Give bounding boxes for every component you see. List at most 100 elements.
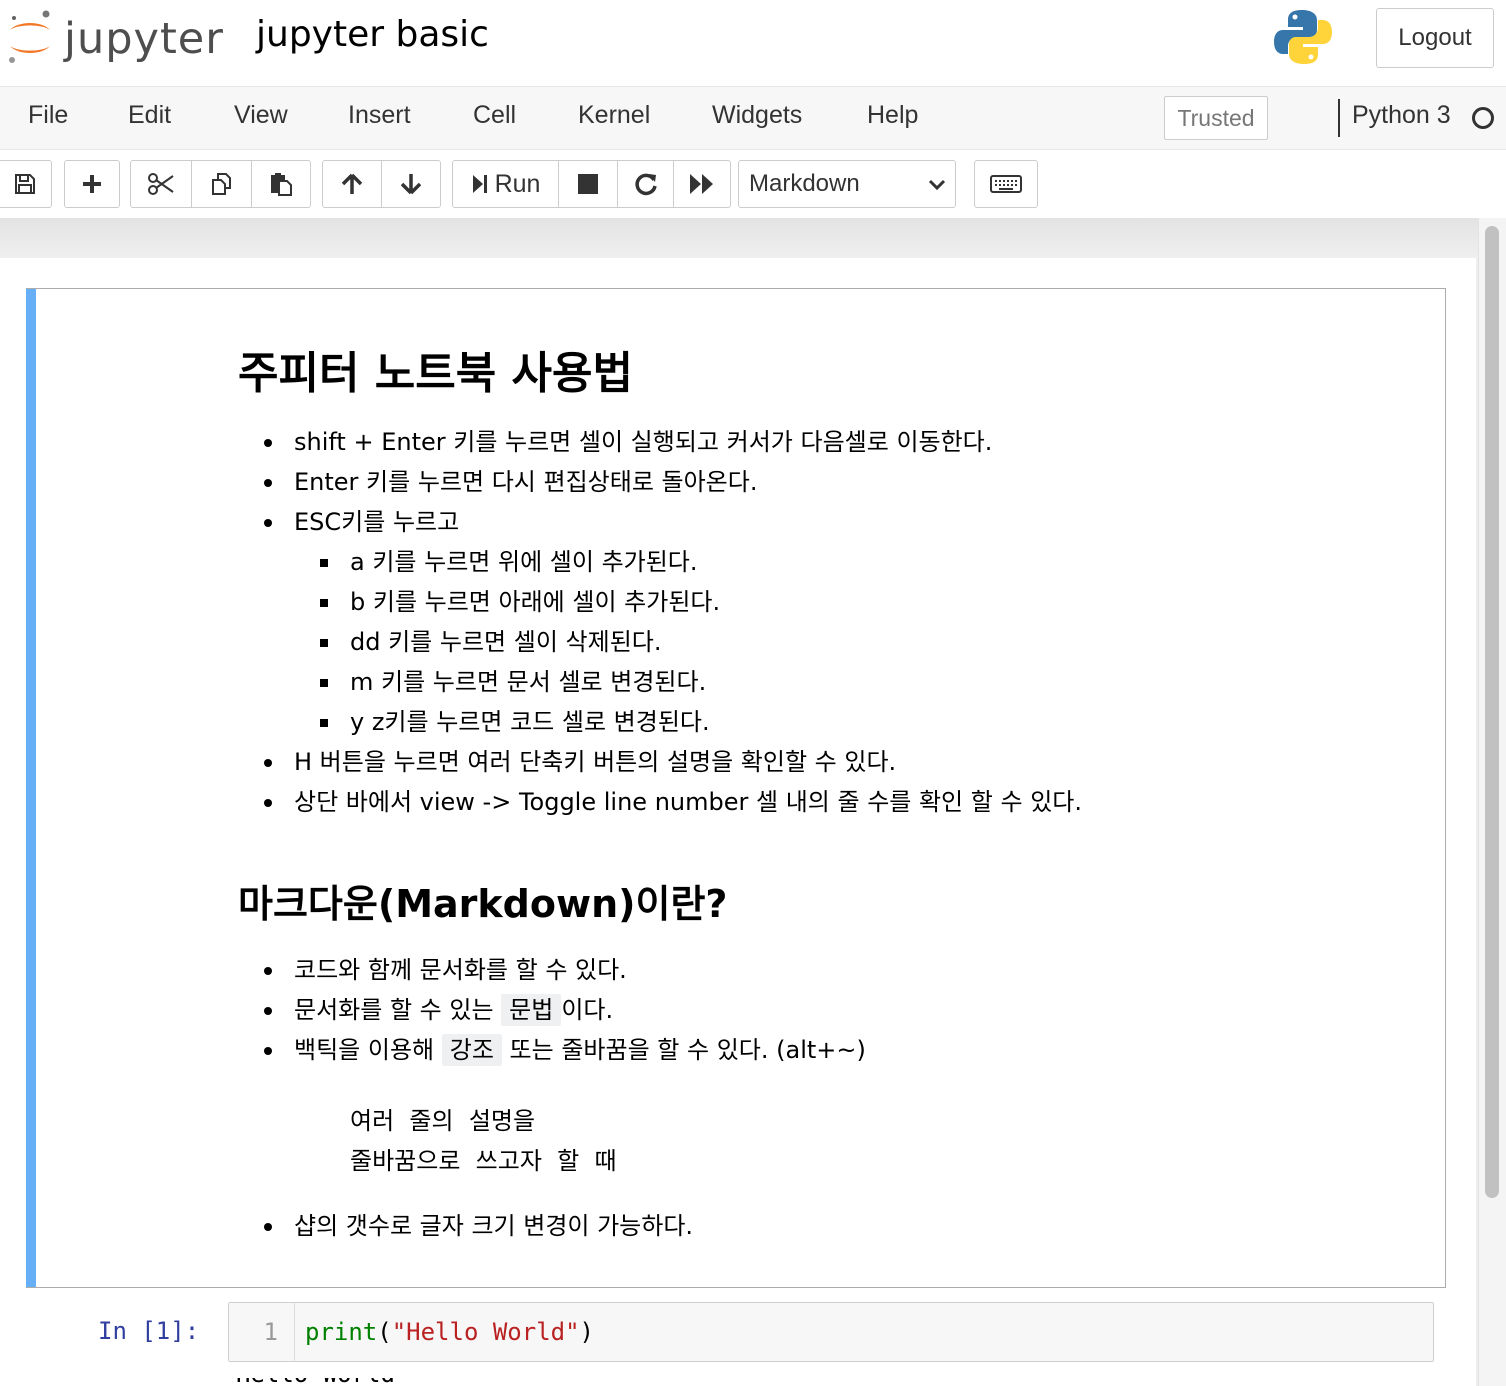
- code-function: print: [305, 1318, 378, 1346]
- fast-forward-icon: [690, 174, 713, 194]
- paste-icon: [271, 173, 292, 196]
- menu-edit[interactable]: Edit: [128, 101, 171, 130]
- code-editor[interactable]: 1 print("Hello World"): [228, 1302, 1434, 1362]
- menu-insert[interactable]: Insert: [348, 101, 411, 130]
- code-cell[interactable]: In [1]: 1 print("Hello World"): [26, 1302, 1446, 1362]
- interrupt-button[interactable]: [558, 160, 618, 208]
- line-number-gutter: 1: [229, 1303, 295, 1361]
- square-bullet: [320, 679, 328, 687]
- output-area-partial: Hello World: [236, 1378, 426, 1386]
- code-paren-close: ): [579, 1318, 594, 1346]
- bullet: [264, 519, 272, 527]
- inline-code: 문법: [501, 994, 562, 1026]
- menu-help[interactable]: Help: [867, 101, 918, 130]
- logout-button[interactable]: Logout: [1376, 8, 1494, 68]
- plus-icon: [83, 175, 101, 193]
- scrollbar-thumb[interactable]: [1485, 226, 1499, 1198]
- text-run: 이다.: [561, 996, 614, 1024]
- notebook-title[interactable]: jupyter basic: [256, 14, 489, 55]
- square-bullet: [320, 719, 328, 727]
- output-text: Hello World: [236, 1378, 426, 1386]
- menu-kernel[interactable]: Kernel: [578, 101, 650, 130]
- run-label: Run: [494, 169, 541, 198]
- move-down-button[interactable]: [381, 160, 441, 208]
- notebook-area: 주피터 노트북 사용법 shift + Enter 키를 누르면 셀이 실행되고…: [0, 218, 1506, 1386]
- bullet: [264, 759, 272, 767]
- menu-file[interactable]: File: [28, 101, 68, 130]
- code-string: "Hello World": [391, 1318, 580, 1346]
- kernel-idle-icon: [1472, 107, 1494, 129]
- sublist-item: m 키를 누르면 문서 셀로 변경된다.: [350, 668, 707, 696]
- sublist-item: b 키를 누르면 아래에 셀이 추가된다.: [350, 588, 721, 616]
- list-item: 샵의 갯수로 글자 크기 변경이 가능하다.: [294, 1212, 694, 1240]
- markdown-cell[interactable]: 주피터 노트북 사용법 shift + Enter 키를 누르면 셀이 실행되고…: [26, 288, 1446, 1288]
- bullet: [264, 1007, 272, 1015]
- restart-icon: [634, 173, 657, 196]
- bullet: [264, 967, 272, 975]
- arrow-up-icon: [341, 173, 363, 194]
- chevron-down-icon: [928, 179, 946, 191]
- menu-cell[interactable]: Cell: [473, 101, 516, 130]
- save-icon: [15, 174, 35, 194]
- run-button[interactable]: Run: [452, 160, 559, 208]
- jupyter-logo-icon: [9, 10, 50, 63]
- insert-cell-button[interactable]: [64, 160, 120, 208]
- list-item: 코드와 함께 문서화를 할 수 있다.: [294, 956, 627, 984]
- vertical-scrollbar[interactable]: [1478, 218, 1506, 1386]
- toolbar: Run Markdown: [0, 150, 1506, 218]
- cell-type-select[interactable]: Markdown: [738, 160, 956, 208]
- menu-widgets[interactable]: Widgets: [712, 101, 802, 130]
- list-item: H 버튼을 누르면 여러 단축키 버튼의 설명을 확인할 수 있다.: [294, 748, 897, 776]
- notebook-top-shadow: [0, 218, 1478, 258]
- bullet: [264, 479, 272, 487]
- run-icon: [472, 175, 487, 193]
- jupyter-logo[interactable]: jupyter: [4, 8, 224, 68]
- bullet: [264, 439, 272, 447]
- sublist-item: y z키를 누르면 코드 셀로 변경된다.: [350, 708, 710, 736]
- save-button[interactable]: [0, 160, 52, 208]
- code-paren-open: (: [377, 1318, 392, 1346]
- menu-view[interactable]: View: [234, 101, 288, 130]
- cut-button[interactable]: [130, 160, 192, 208]
- code-block-line: 줄바꿈으로 쓰고자 할 때: [350, 1147, 617, 1175]
- bullet: [264, 1223, 272, 1231]
- list-item: shift + Enter 키를 누르면 셀이 실행되고 커서가 다음셀로 이동…: [294, 428, 993, 456]
- input-prompt: In [1]:: [98, 1317, 200, 1345]
- selected-cell-indicator: [26, 289, 36, 1287]
- text-run: 또는 줄바꿈을 할 수 있다. (alt+~): [501, 1036, 866, 1064]
- cut-icon: [148, 173, 174, 195]
- keyboard-icon: [990, 175, 1022, 193]
- sublist-item: dd 키를 누르면 셀이 삭제된다.: [350, 628, 662, 656]
- code-line[interactable]: print("Hello World"): [305, 1318, 594, 1346]
- paste-button[interactable]: [251, 160, 311, 208]
- cell-type-value: Markdown: [749, 170, 860, 197]
- kernel-name: Python 3: [1352, 101, 1451, 129]
- code-block-line: 여러 줄의 설명을: [350, 1107, 536, 1135]
- inline-code: 강조: [441, 1034, 502, 1066]
- stop-icon: [578, 174, 598, 194]
- copy-icon: [211, 173, 231, 195]
- square-bullet: [320, 559, 328, 567]
- python-logo-icon: [1274, 8, 1332, 66]
- square-bullet: [320, 599, 328, 607]
- kernel-separator: [1338, 99, 1340, 137]
- line-number: 1: [263, 1318, 278, 1346]
- restart-button[interactable]: [617, 160, 674, 208]
- menubar: File Edit View Insert Cell Kernel Widget…: [0, 86, 1506, 150]
- heading-1: 주피터 노트북 사용법: [238, 348, 633, 399]
- list-item: 백틱을 이용해 강조 또는 줄바꿈을 할 수 있다. (alt+~): [294, 1034, 866, 1066]
- header: jupyter jupyter basic Logout: [0, 0, 1506, 86]
- heading-2: 마크다운(Markdown)이란?: [238, 882, 728, 926]
- restart-run-all-button[interactable]: [673, 160, 731, 208]
- bullet: [264, 799, 272, 807]
- text-run: 문서화를 할 수 있는: [294, 996, 502, 1024]
- copy-button[interactable]: [191, 160, 252, 208]
- bullet: [264, 1047, 272, 1055]
- logo-wordmark: jupyter: [64, 14, 224, 64]
- list-item: Enter 키를 누르면 다시 편집상태로 돌아온다.: [294, 468, 758, 496]
- move-up-button[interactable]: [322, 160, 382, 208]
- command-palette-button[interactable]: [974, 160, 1038, 208]
- trusted-indicator[interactable]: Trusted: [1164, 96, 1268, 140]
- square-bullet: [320, 639, 328, 647]
- text-run: 백틱을 이용해: [294, 1036, 442, 1064]
